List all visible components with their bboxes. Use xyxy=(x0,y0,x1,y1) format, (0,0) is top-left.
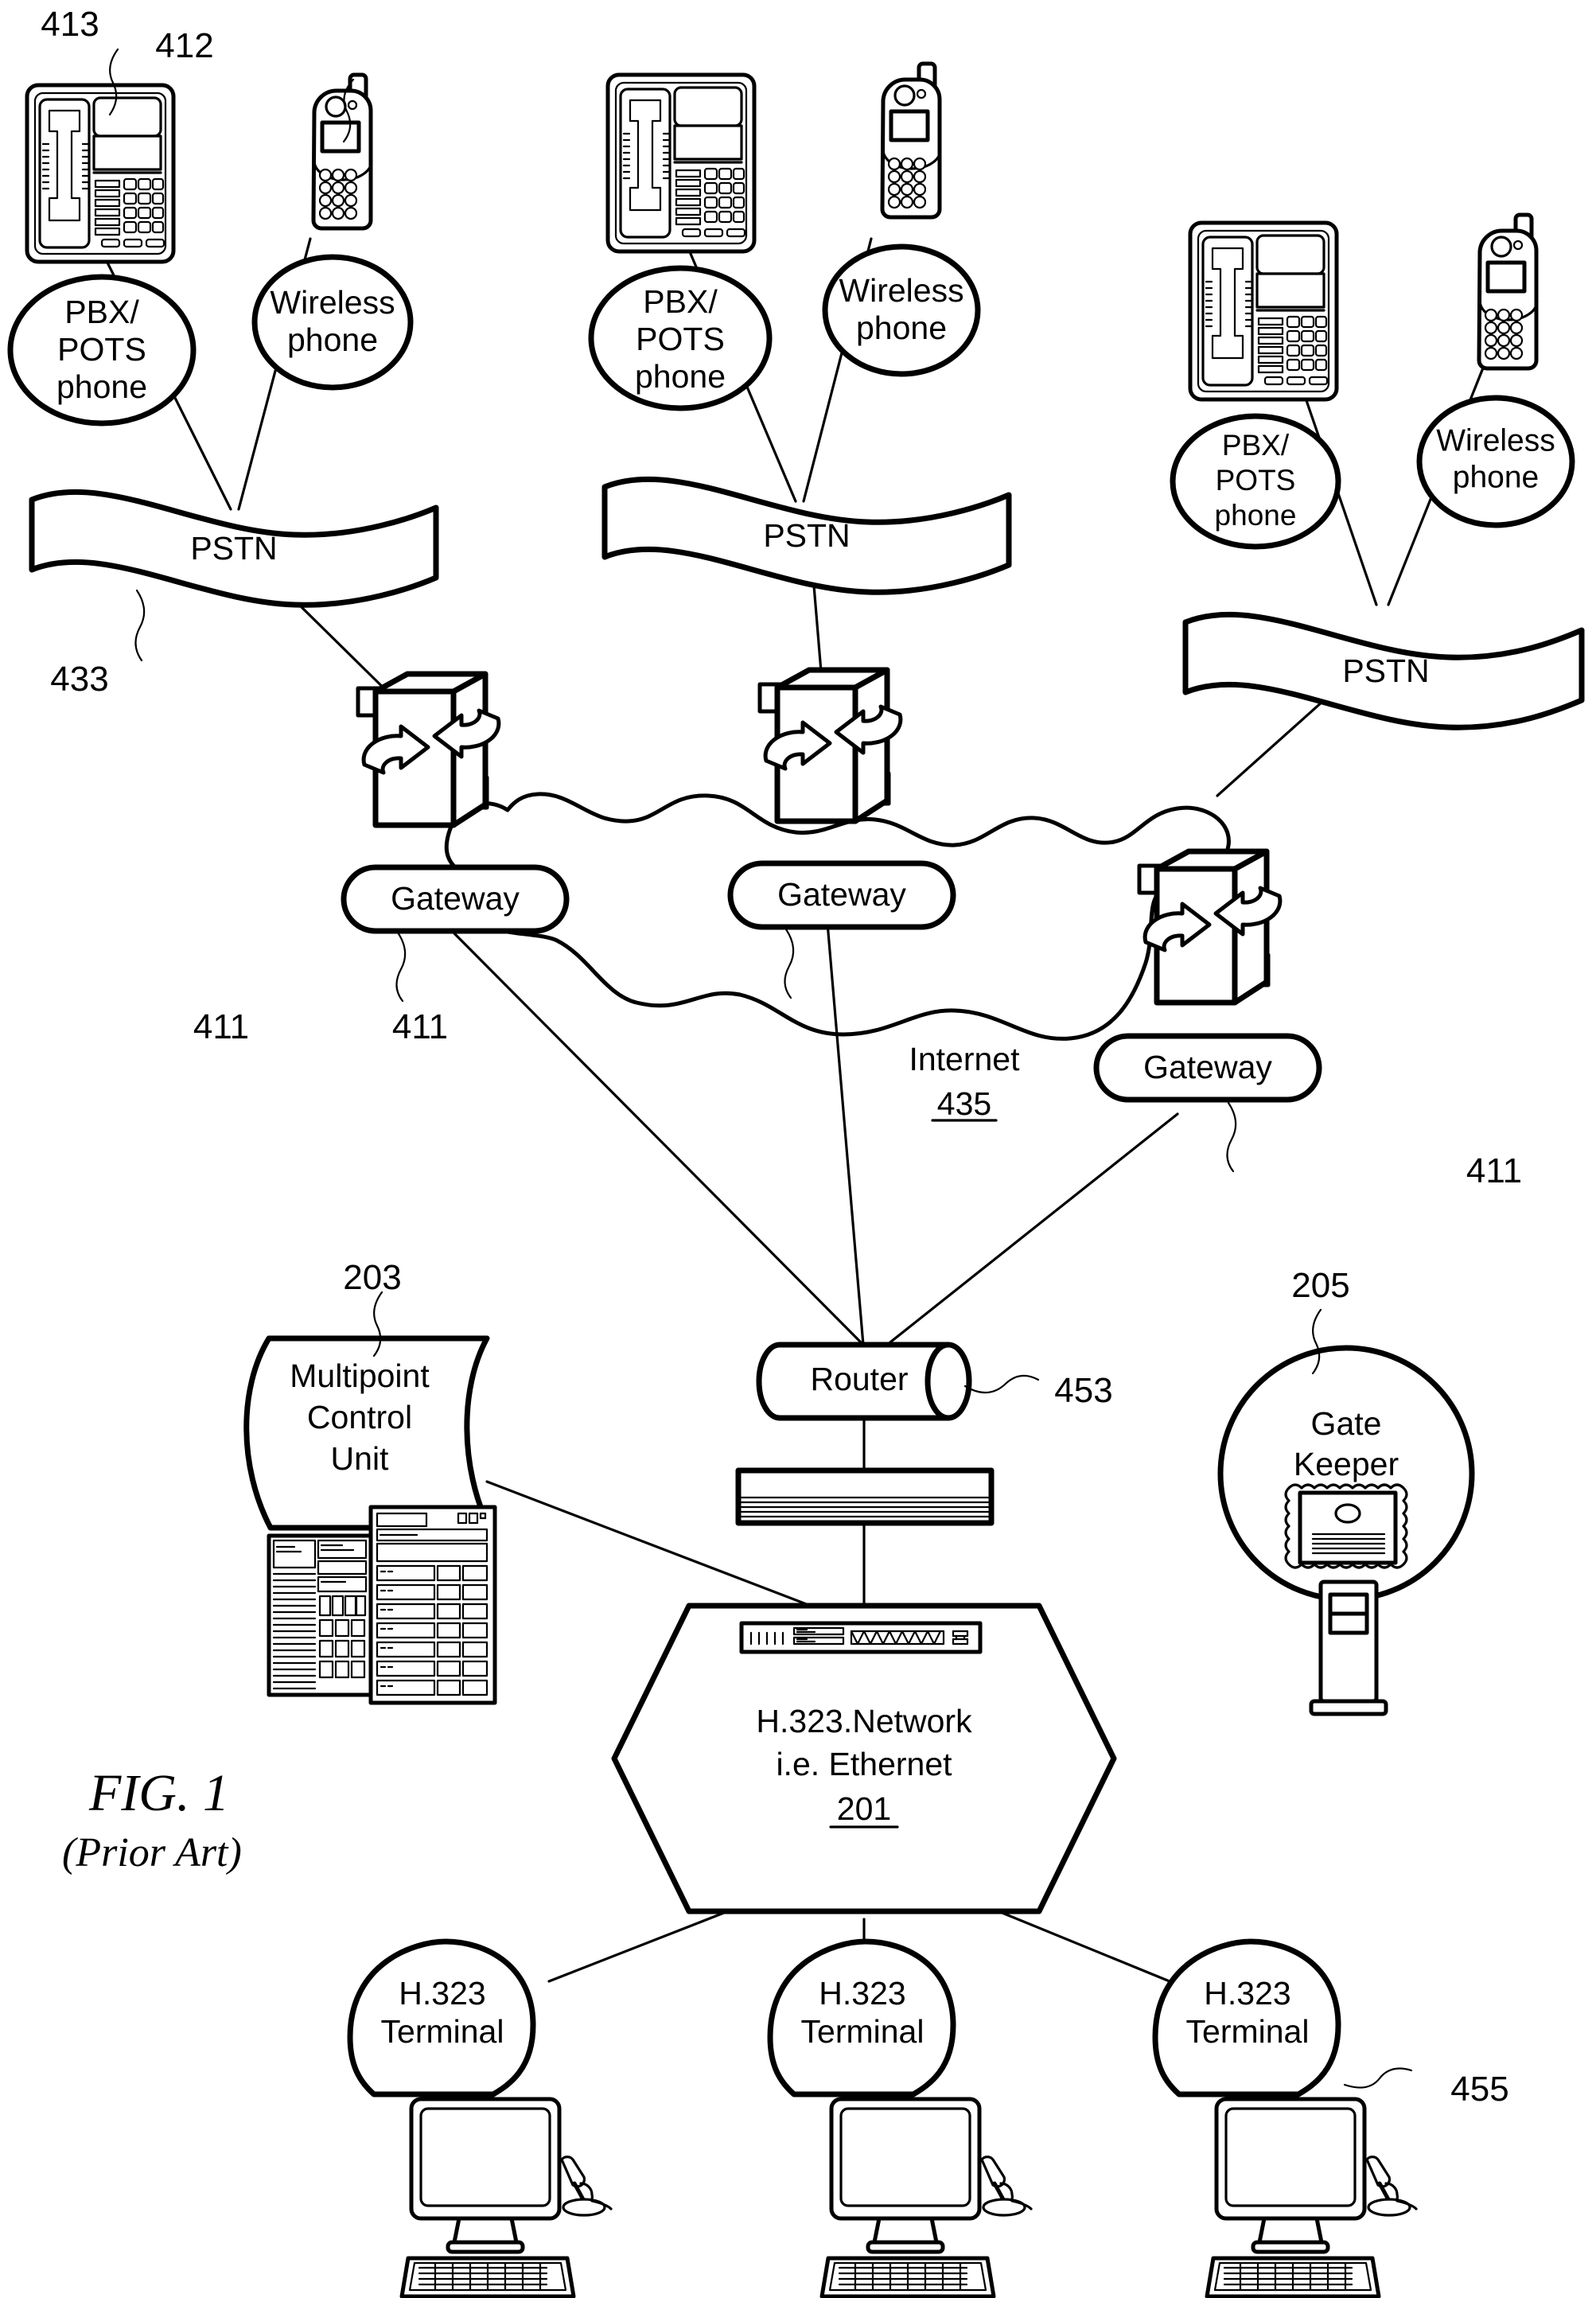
h323-network-label-line1: H.323.Network xyxy=(756,1703,972,1739)
gateway-device-icon-right xyxy=(1139,851,1280,1003)
ref-203: 203 xyxy=(343,1258,401,1297)
link-gateway-right-to-router xyxy=(886,1112,1179,1346)
ref-205: 205 xyxy=(1291,1266,1349,1305)
pbx-pots-label-middle-1: PBX/ xyxy=(643,283,718,320)
internet-ref-label: 435 xyxy=(937,1085,991,1122)
h323-terminal-1: H.323 Terminal xyxy=(347,1938,611,2296)
link-h323-network-to-terminal-1 xyxy=(547,1908,734,1983)
pbx-pots-label-right-3: phone xyxy=(1215,499,1297,532)
ref-leader-411-middle xyxy=(784,928,795,999)
ref-433: 433 xyxy=(50,660,108,699)
h323-terminal-3: H.323 Terminal xyxy=(1152,1938,1416,2296)
patent-figure-page: PSTN PSTN PSTN PBX/ POTS phone Wireless … xyxy=(0,0,1596,2298)
h323-terminal-3-label-line1: H.323 xyxy=(1204,1975,1290,2012)
ref-411-left: 411 xyxy=(193,1007,249,1046)
h323-terminal-3-computer-icon xyxy=(1207,2099,1379,2296)
pbx-pots-label-left-3: phone xyxy=(56,368,147,405)
pbx-pots-label-left-2: POTS xyxy=(57,331,146,368)
wireless-label-right-2: phone xyxy=(1453,460,1539,494)
mcu-label-line2: Control xyxy=(307,1399,412,1435)
mcu-label-line3: Unit xyxy=(331,1440,390,1477)
gatekeeper-label-line2: Keeper xyxy=(1294,1446,1399,1482)
ref-412: 412 xyxy=(155,26,213,65)
ref-413: 413 xyxy=(41,5,99,44)
link-gateway-middle-to-router xyxy=(826,921,865,1346)
ref-leader-433 xyxy=(134,589,146,662)
pbx-pots-phone-icon-right xyxy=(1190,223,1337,399)
h323-terminal-2-computer-icon xyxy=(822,2099,994,2296)
h323-terminal-1-label-line1: H.323 xyxy=(399,1975,485,2012)
gateway-label-middle: Gateway xyxy=(777,876,906,913)
router-ref-leader xyxy=(963,1374,1040,1394)
h323-terminal-1-label-line2: Terminal xyxy=(381,2013,504,2050)
wireless-label-right-1: Wireless xyxy=(1436,423,1555,458)
ref-leader-411-right xyxy=(1226,1101,1237,1173)
gatekeeper-label-line1: Gate xyxy=(1311,1405,1382,1442)
pstn-label-right: PSTN xyxy=(1342,652,1429,689)
h323-terminal-3-label-line2: Terminal xyxy=(1186,2013,1310,2050)
gateway-label-right: Gateway xyxy=(1143,1049,1272,1085)
ref-leader-411-left xyxy=(395,931,407,1003)
gateway-device-icon-middle xyxy=(760,670,901,821)
ref-455: 455 xyxy=(1450,2070,1508,2109)
h323-terminal-2-label-line1: H.323 xyxy=(819,1975,905,2012)
h323-terminal-2: H.323 Terminal xyxy=(767,1938,1031,2296)
h323-network-label-line2: i.e. Ethernet xyxy=(776,1746,952,1782)
link-h323-network-to-terminal-3 xyxy=(993,1908,1171,1983)
figure-title: FIG. 1 xyxy=(88,1764,229,1822)
gatekeeper-tower-icon xyxy=(1311,1582,1386,1714)
gatekeeper-card-icon xyxy=(1286,1485,1407,1568)
pbx-pots-label-middle-3: phone xyxy=(635,358,726,395)
pbx-pots-phone-icon-middle xyxy=(608,75,754,251)
pstn-label-left: PSTN xyxy=(190,530,277,567)
ref-453: 453 xyxy=(1054,1371,1112,1410)
wireless-label-left-2: phone xyxy=(287,321,378,358)
pstn-label-middle: PSTN xyxy=(763,517,850,554)
router-label: Router xyxy=(810,1361,908,1397)
gateway-label-left: Gateway xyxy=(391,880,520,917)
link-gateway-left-to-router xyxy=(444,923,865,1346)
wireless-label-left-1: Wireless xyxy=(270,284,395,321)
h323-terminal-1-microphone-icon xyxy=(562,2157,611,2215)
internet-label: Internet xyxy=(909,1041,1020,1077)
ref-411-right: 411 xyxy=(1466,1151,1522,1190)
h323-network-ref-label: 201 xyxy=(837,1790,891,1827)
gateway-device-icon-left xyxy=(358,674,499,825)
mcu-rack-icon xyxy=(269,1507,495,1703)
wireless-label-middle-1: Wireless xyxy=(839,272,963,309)
pbx-pots-phone-icon-left xyxy=(27,85,173,262)
wireless-phone-icon-right xyxy=(1479,215,1537,368)
ref-leader-455 xyxy=(1343,2067,1413,2089)
ethernet-switch-icon xyxy=(742,1623,980,1652)
mcu-label-line1: Multipoint xyxy=(290,1357,430,1394)
pbx-pots-label-right-2: POTS xyxy=(1216,464,1296,497)
h323-terminal-1-computer-icon xyxy=(402,2099,574,2296)
wireless-label-middle-2: phone xyxy=(856,310,947,346)
wireless-phone-icon-left xyxy=(313,75,372,228)
wireless-phone-icon-middle xyxy=(882,64,940,217)
h323-terminal-2-microphone-icon xyxy=(982,2157,1031,2215)
pbx-pots-label-middle-2: POTS xyxy=(636,321,725,357)
ref-411-middle: 411 xyxy=(392,1007,448,1046)
h323-terminal-2-label-line2: Terminal xyxy=(801,2013,925,2050)
h323-terminal-3-microphone-icon xyxy=(1367,2157,1416,2215)
hub-device xyxy=(735,1467,995,1526)
figure-subtitle: (Prior Art) xyxy=(62,1830,242,1875)
pbx-pots-label-left-1: PBX/ xyxy=(64,294,139,330)
pbx-pots-label-right-1: PBX/ xyxy=(1222,429,1290,462)
